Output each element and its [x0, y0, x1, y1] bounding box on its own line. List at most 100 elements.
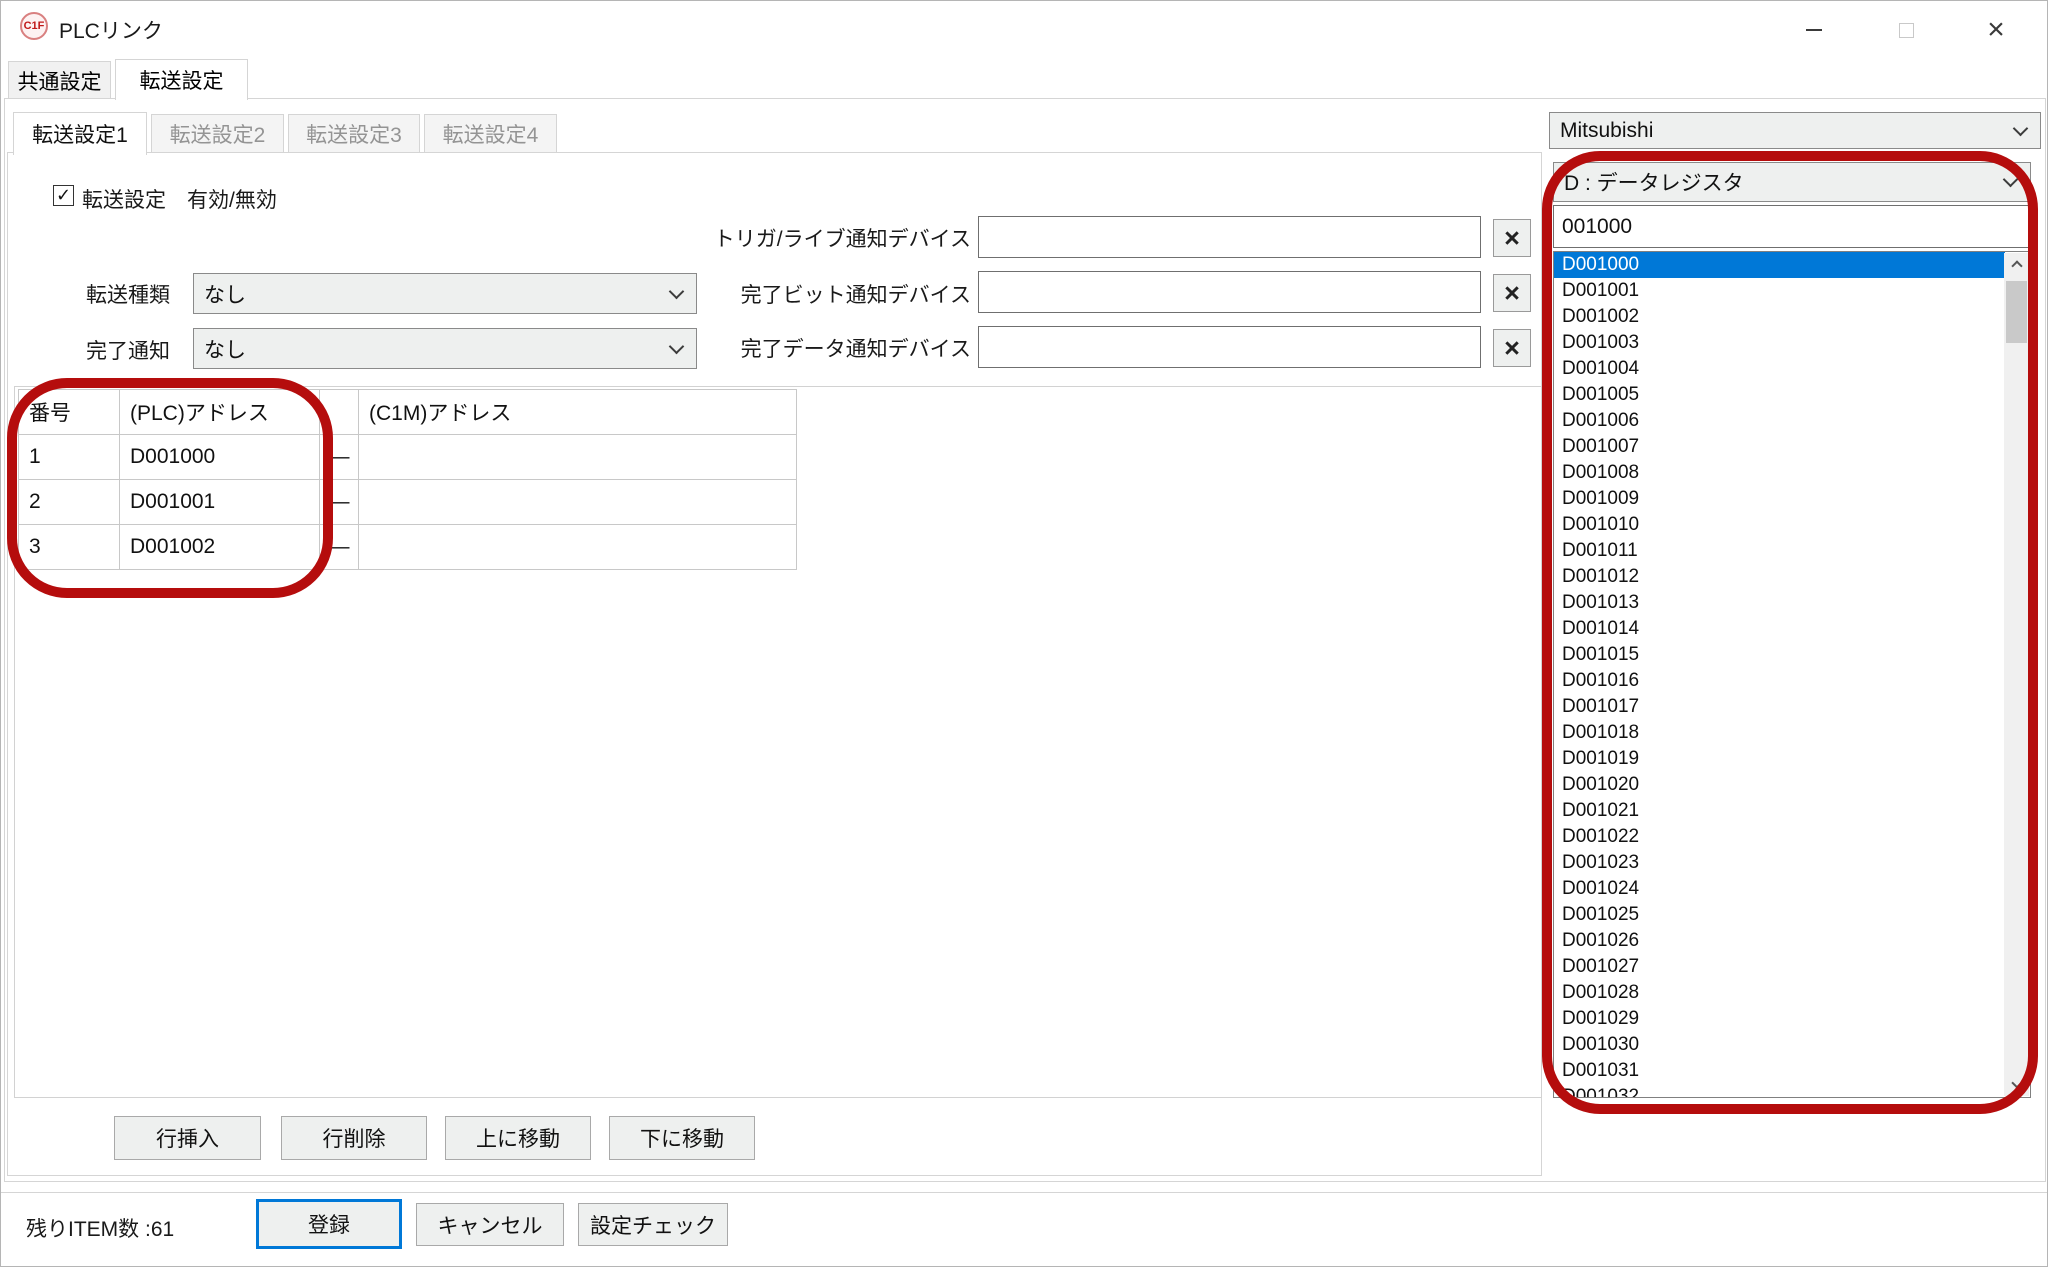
device-list-item[interactable]: D001026	[1554, 928, 2005, 954]
device-list-item[interactable]: D001002	[1554, 304, 2005, 330]
scrollbar-thumb[interactable]	[2006, 281, 2027, 343]
device-list-item[interactable]: D001021	[1554, 798, 2005, 824]
complete-bit-device-input[interactable]	[978, 271, 1481, 313]
device-list-item[interactable]: D001001	[1554, 278, 2005, 304]
scroll-up-button[interactable]	[2004, 253, 2029, 279]
device-list-item[interactable]: D001025	[1554, 902, 2005, 928]
chevron-up-icon	[2011, 260, 2022, 271]
device-list-item[interactable]: D001013	[1554, 590, 2005, 616]
transfer-type-value: なし	[204, 279, 246, 309]
device-list-item[interactable]: D001015	[1554, 642, 2005, 668]
app-icon: C1F	[20, 12, 48, 40]
transfer-type-label: 転送種類	[86, 279, 170, 309]
device-list-item[interactable]: D001017	[1554, 694, 2005, 720]
separator-cell: —	[320, 435, 359, 480]
cancel-button[interactable]: キャンセル	[416, 1203, 564, 1246]
table-header-row: 番号 (PLC)アドレス (C1M)アドレス	[19, 390, 797, 435]
device-list-item[interactable]: D001016	[1554, 668, 2005, 694]
separator-cell: —	[320, 525, 359, 570]
move-up-button[interactable]: 上に移動	[445, 1116, 591, 1160]
column-header-plc-address: (PLC)アドレス	[120, 390, 320, 435]
complete-bit-device-label: 完了ビット通知デバイス	[521, 279, 971, 309]
complete-notify-label: 完了通知	[86, 335, 170, 365]
subtab-transfer-4[interactable]: 転送設定4	[424, 114, 557, 154]
chevron-down-icon	[2013, 120, 2029, 136]
device-list-item[interactable]: D001005	[1554, 382, 2005, 408]
device-list-item[interactable]: D001024	[1554, 876, 2005, 902]
device-list-item[interactable]: D001022	[1554, 824, 2005, 850]
device-list-item[interactable]: D001030	[1554, 1032, 2005, 1058]
table-row[interactable]: 1 D001000 —	[19, 435, 797, 480]
c1m-address-cell	[359, 525, 797, 570]
maximize-icon	[1899, 23, 1914, 38]
tab-common-settings[interactable]: 共通設定	[8, 61, 111, 100]
maximize-button[interactable]	[1883, 15, 1929, 45]
device-list-item[interactable]: D001006	[1554, 408, 2005, 434]
plc-address-cell: D001000	[120, 435, 320, 480]
device-list-items: D001000 D001001 D001002 D001003 D001004 …	[1554, 252, 2030, 1098]
device-list-item[interactable]: D001031	[1554, 1058, 2005, 1084]
minimize-button[interactable]	[1791, 15, 1837, 45]
device-list-item[interactable]: D001007	[1554, 434, 2005, 460]
complete-data-device-label: 完了データ通知デバイス	[521, 333, 971, 363]
device-list-item[interactable]: D001010	[1554, 512, 2005, 538]
plc-address-cell: D001001	[120, 480, 320, 525]
complete-data-device-input[interactable]	[978, 326, 1481, 368]
move-down-button[interactable]: 下に移動	[609, 1116, 755, 1160]
maker-value: Mitsubishi	[1560, 119, 1653, 143]
window-title: PLCリンク	[59, 15, 163, 45]
plc-address-cell: D001002	[120, 525, 320, 570]
maker-select[interactable]: Mitsubishi	[1549, 112, 2041, 149]
subtab-transfer-3[interactable]: 転送設定3	[288, 114, 420, 154]
device-list-scrollbar[interactable]	[2004, 253, 2029, 1096]
device-list-item[interactable]: D001008	[1554, 460, 2005, 486]
device-list-item[interactable]: D001012	[1554, 564, 2005, 590]
remaining-items-label: 残りITEM数 :61	[26, 1213, 174, 1243]
device-list-item[interactable]: D001014	[1554, 616, 2005, 642]
device-type-select[interactable]: D : データレジスタ	[1553, 162, 2031, 202]
device-type-value: D : データレジスタ	[1564, 167, 1744, 197]
device-list-item[interactable]: D001011	[1554, 538, 2005, 564]
row-number-cell: 2	[19, 480, 120, 525]
subtab-transfer-2[interactable]: 転送設定2	[151, 114, 284, 154]
insert-row-button[interactable]: 行挿入	[114, 1116, 261, 1160]
device-list-item[interactable]: D001020	[1554, 772, 2005, 798]
device-list-item[interactable]: D001009	[1554, 486, 2005, 512]
column-header-number: 番号	[19, 390, 120, 435]
table-body: 1 D001000 — 2 D001001 — 3 D0	[19, 435, 797, 570]
divider	[1, 1192, 2048, 1193]
trigger-device-input[interactable]	[978, 216, 1481, 258]
subtab-transfer-1[interactable]: 転送設定1	[13, 112, 147, 155]
device-address-input[interactable]	[1553, 205, 2031, 248]
device-list-item[interactable]: D001000	[1554, 252, 2005, 278]
delete-row-button[interactable]: 行削除	[281, 1116, 427, 1160]
row-number-cell: 3	[19, 525, 120, 570]
transfer-enable-checkbox[interactable]: ✓	[53, 185, 74, 206]
device-list-item[interactable]: D001003	[1554, 330, 2005, 356]
complete-data-clear-button[interactable]: ×	[1493, 329, 1531, 367]
c1m-address-cell	[359, 480, 797, 525]
device-list-item[interactable]: D001032	[1554, 1084, 2005, 1098]
device-list-item[interactable]: D001018	[1554, 720, 2005, 746]
scroll-down-button[interactable]	[2004, 1070, 2029, 1096]
tab-transfer-settings[interactable]: 転送設定	[115, 59, 248, 100]
register-button[interactable]: 登録	[256, 1199, 402, 1249]
address-table: 番号 (PLC)アドレス (C1M)アドレス 1 D001000 — 2	[14, 386, 1542, 1098]
device-list-item[interactable]: D001028	[1554, 980, 2005, 1006]
chevron-down-icon	[2011, 1077, 2022, 1088]
close-icon: ×	[1987, 15, 2005, 45]
device-list-item[interactable]: D001019	[1554, 746, 2005, 772]
settings-check-button[interactable]: 設定チェック	[578, 1203, 728, 1246]
close-button[interactable]: ×	[1973, 15, 2019, 45]
table-row[interactable]: 3 D001002 —	[19, 525, 797, 570]
table-row[interactable]: 2 D001001 —	[19, 480, 797, 525]
transfer-enable-label: 転送設定 有効/無効	[82, 184, 277, 214]
device-list-item[interactable]: D001004	[1554, 356, 2005, 382]
device-list-item[interactable]: D001029	[1554, 1006, 2005, 1032]
trigger-clear-button[interactable]: ×	[1493, 219, 1531, 257]
chevron-down-icon	[2003, 172, 2019, 188]
complete-bit-clear-button[interactable]: ×	[1493, 274, 1531, 312]
device-list-item[interactable]: D001027	[1554, 954, 2005, 980]
device-list-item[interactable]: D001023	[1554, 850, 2005, 876]
device-list[interactable]: D001000 D001001 D001002 D001003 D001004 …	[1553, 251, 2031, 1098]
